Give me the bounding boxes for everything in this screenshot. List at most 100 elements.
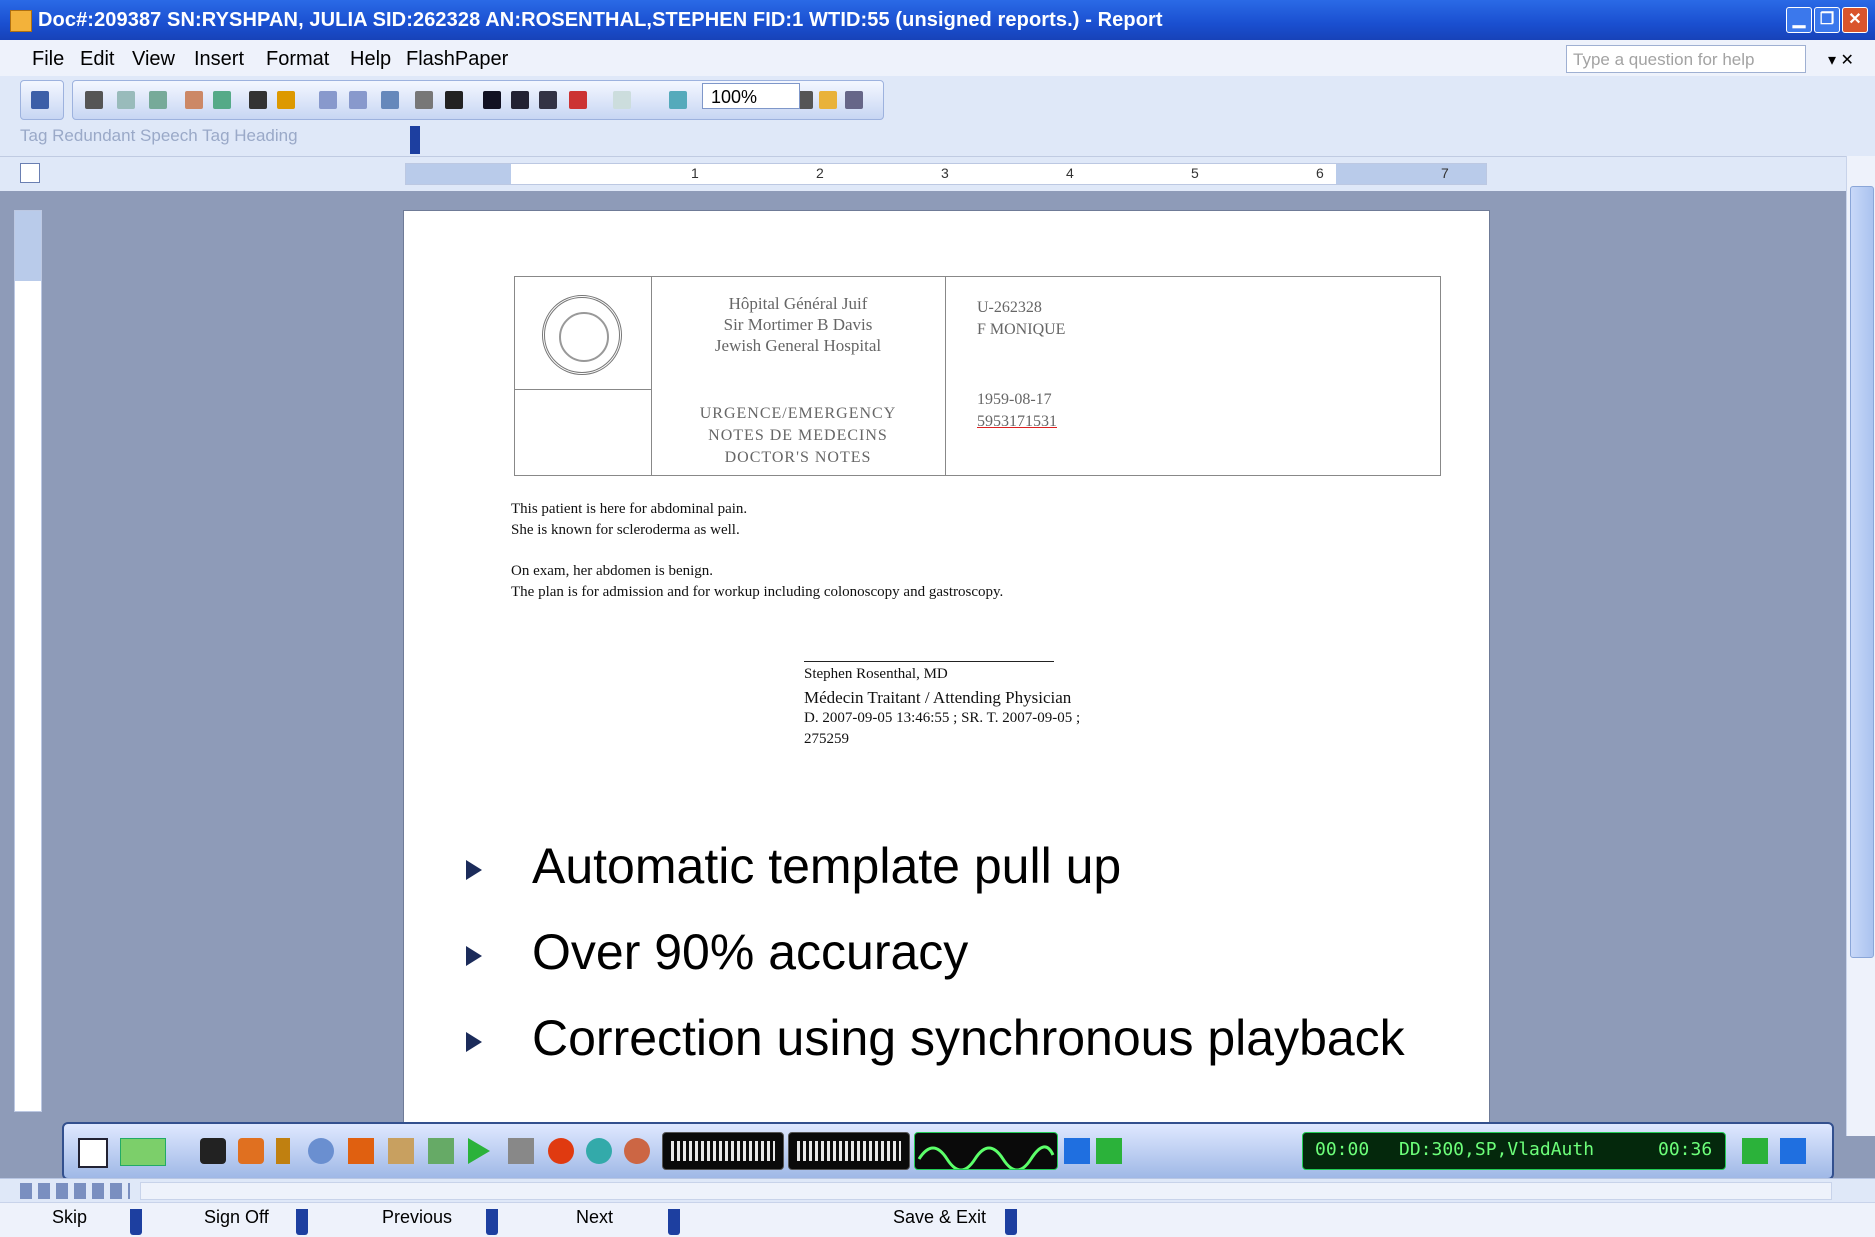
notes-title-line: DOCTOR'S NOTES xyxy=(724,449,872,466)
body-line: On exam, her abdomen is benign. xyxy=(511,563,714,579)
ruler-label: 4 xyxy=(1066,165,1074,181)
battery-icon[interactable] xyxy=(276,1138,290,1164)
menu-help[interactable]: Help xyxy=(350,48,391,71)
play-icon[interactable] xyxy=(468,1138,490,1164)
save-toolbar xyxy=(20,80,64,120)
refresh-icon[interactable] xyxy=(308,1138,334,1164)
signature-title: Médecin Traitant / Attending Physician xyxy=(804,688,1072,707)
ruler-label: 3 xyxy=(941,165,949,181)
menu-file[interactable]: File xyxy=(32,48,64,71)
window-title-bar[interactable]: Doc#:209387 SN:RYSHPAN, JULIA SID:262328… xyxy=(0,0,1875,40)
stop-icon[interactable] xyxy=(508,1138,534,1164)
right-margin xyxy=(1336,164,1486,184)
standard-toolbar xyxy=(0,76,1875,122)
menu-view[interactable]: View xyxy=(132,48,175,71)
ruler-label: 1 xyxy=(691,165,699,181)
hospital-name-line: Jewish General Hospital xyxy=(714,336,882,355)
help-dropdown-icon[interactable]: ▾ ✕ xyxy=(1828,50,1854,70)
columns-icon[interactable] xyxy=(845,91,863,109)
save-exit-button[interactable]: Save & Exit xyxy=(893,1207,1017,1235)
menu-insert[interactable]: Insert xyxy=(194,48,244,71)
body-line: She is known for scleroderma as well. xyxy=(511,522,740,538)
horizontal-ruler[interactable]: 1 2 3 4 5 6 7 xyxy=(405,163,1487,185)
navigate-dropdown-icon[interactable] xyxy=(120,1138,166,1166)
zoom-select[interactable]: 100% xyxy=(702,83,800,109)
find-icon[interactable] xyxy=(415,91,433,109)
record-icon[interactable] xyxy=(548,1138,574,1164)
skip-back-icon[interactable] xyxy=(1064,1138,1090,1164)
tab-selector[interactable] xyxy=(20,163,40,183)
dictation-info: DD:300,SP,VladAuth xyxy=(1399,1139,1595,1160)
patient-unit: U-262328 xyxy=(977,299,1042,316)
next-button[interactable]: Next xyxy=(576,1207,680,1235)
spell-check-icon[interactable] xyxy=(569,91,587,109)
copy-icon[interactable] xyxy=(249,91,267,109)
redo-icon[interactable] xyxy=(349,91,367,109)
maximize-button[interactable]: ❐ xyxy=(1814,7,1840,33)
hospital-seal-icon xyxy=(542,295,622,375)
menu-format[interactable]: Format xyxy=(266,48,329,71)
vertical-ruler[interactable] xyxy=(14,210,42,1112)
sign-off-button[interactable]: Sign Off xyxy=(204,1207,308,1235)
pen-icon[interactable] xyxy=(388,1138,414,1164)
undo-icon[interactable] xyxy=(319,91,337,109)
ruler-label: 6 xyxy=(1316,165,1324,181)
minimize-button[interactable]: ▁ xyxy=(1786,7,1812,33)
paste-icon[interactable] xyxy=(277,91,295,109)
tag-buttons[interactable]: Tag Redundant Speech Tag Heading xyxy=(20,126,298,146)
previous-button[interactable]: Previous xyxy=(382,1207,498,1235)
fast-rewind-icon[interactable] xyxy=(1096,1138,1122,1164)
horizontal-scrollbar[interactable] xyxy=(140,1182,1832,1200)
action-button-row: Skip Sign Off Previous Next Save & Exit xyxy=(0,1202,1875,1237)
signature-line xyxy=(804,661,1054,662)
user-icon[interactable] xyxy=(238,1138,264,1164)
spelling-icon[interactable] xyxy=(149,91,167,109)
skip-forward-icon[interactable] xyxy=(1780,1138,1806,1164)
vertical-scrollbar[interactable] xyxy=(1846,156,1875,1136)
underline-icon[interactable] xyxy=(539,91,557,109)
document-page[interactable]: Hôpital Général Juif Sir Mortimer B Davi… xyxy=(403,210,1490,1152)
hyperlink-icon[interactable] xyxy=(381,91,399,109)
sign-off-label: Sign Off xyxy=(204,1207,269,1227)
menu-flashpaper[interactable]: FlashPaper xyxy=(406,48,508,71)
hand-icon[interactable] xyxy=(428,1138,454,1164)
bullet-arrow-icon xyxy=(466,945,482,966)
patient-dob: 1959-08-17 xyxy=(977,391,1052,408)
help-search-input[interactable]: Type a question for help xyxy=(1566,45,1806,73)
close-button[interactable]: ✕ xyxy=(1842,7,1868,33)
table-icon[interactable] xyxy=(613,91,631,109)
italic-icon[interactable] xyxy=(511,91,529,109)
time-start: 00:00 xyxy=(1315,1139,1370,1160)
bullet-item: Over 90% accuracy xyxy=(466,923,968,981)
window-title: Doc#:209387 SN:RYSHPAN, JULIA SID:262328… xyxy=(38,9,1163,31)
highlight-icon[interactable] xyxy=(348,1138,374,1164)
view-buttons[interactable] xyxy=(20,1183,130,1199)
signature-id: 275259 xyxy=(804,731,849,747)
rewind-icon[interactable] xyxy=(624,1138,650,1164)
ruler-label: 2 xyxy=(816,165,824,181)
menu-edit[interactable]: Edit xyxy=(80,48,114,71)
drawing-icon[interactable] xyxy=(669,91,687,109)
print-preview-icon[interactable] xyxy=(117,91,135,109)
bullet-item: Correction using synchronous playback xyxy=(466,1009,1405,1067)
print-icon[interactable] xyxy=(85,91,103,109)
select-icon[interactable] xyxy=(78,1138,108,1168)
open-folder-icon[interactable] xyxy=(819,91,837,109)
hospital-name-line: Hôpital Général Juif xyxy=(728,294,868,313)
bold-icon[interactable] xyxy=(483,91,501,109)
speed-meter[interactable] xyxy=(788,1132,910,1170)
research-icon[interactable] xyxy=(185,91,203,109)
signature-dates: D. 2007-09-05 13:46:55 ; SR. T. 2007-09-… xyxy=(804,710,1081,726)
cut-icon[interactable] xyxy=(213,91,231,109)
fast-forward-icon[interactable] xyxy=(1742,1138,1768,1164)
save-exit-label: Save & Exit xyxy=(893,1207,987,1227)
waveform-display[interactable] xyxy=(914,1132,1058,1172)
globe-icon[interactable] xyxy=(586,1138,612,1164)
save-icon[interactable] xyxy=(31,91,49,109)
volume-meter[interactable] xyxy=(662,1132,784,1170)
microphone-icon[interactable] xyxy=(200,1138,226,1164)
show-formatting-icon[interactable] xyxy=(445,91,463,109)
skip-button[interactable]: Skip xyxy=(52,1207,142,1235)
scrollbar-thumb[interactable] xyxy=(1850,186,1874,958)
patient-name: F MONIQUE xyxy=(977,321,1066,338)
